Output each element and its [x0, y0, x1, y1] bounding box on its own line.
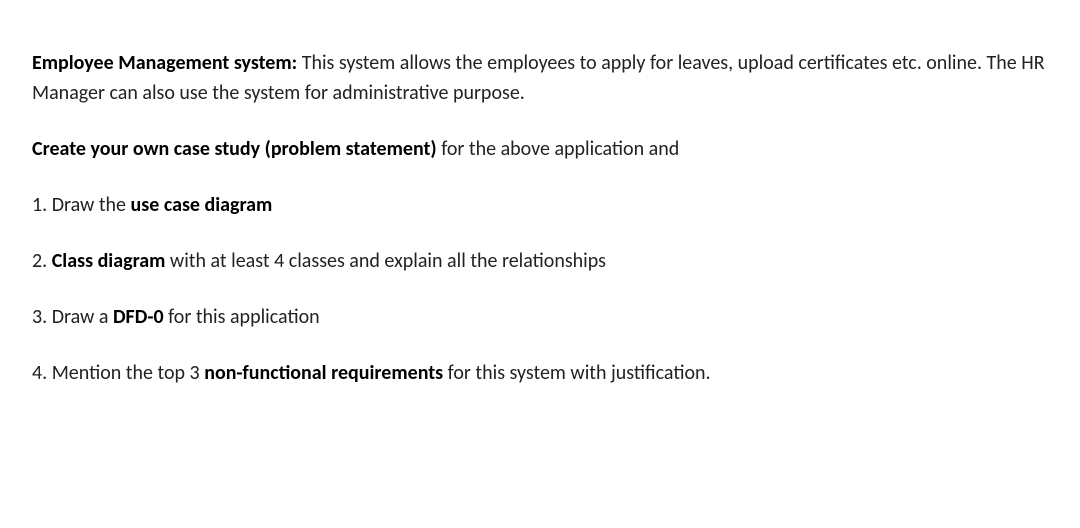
instruction-rest: for the above application and: [437, 137, 680, 161]
intro-paragraph: Employee Management system: This system …: [32, 48, 1048, 108]
list-item-4: 4. Mention the top 3 non-functional requ…: [32, 358, 1048, 388]
item-bold: DFD-0: [113, 305, 164, 329]
item-suffix: for this application: [164, 305, 320, 329]
instruction-bold: Create your own case study (problem stat…: [32, 137, 437, 161]
item-suffix: with at least 4 classes and explain all …: [165, 249, 606, 273]
list-item-3: 3. Draw a DFD-0 for this application: [32, 302, 1048, 332]
item-prefix: 3. Draw a: [32, 305, 113, 329]
item-bold: non-functional requirements: [204, 361, 443, 385]
item-prefix: 2.: [32, 249, 52, 273]
list-item-2: 2. Class diagram with at least 4 classes…: [32, 246, 1048, 276]
instruction-paragraph: Create your own case study (problem stat…: [32, 134, 1048, 164]
item-prefix: 4. Mention the top 3: [32, 361, 204, 385]
item-suffix: for this system with justification.: [443, 361, 710, 385]
intro-title: Employee Management system:: [32, 51, 297, 75]
item-bold: Class diagram: [52, 249, 166, 273]
item-prefix: 1. Draw the: [32, 193, 131, 217]
list-item-1: 1. Draw the use case diagram: [32, 190, 1048, 220]
item-bold: use case diagram: [131, 193, 273, 217]
